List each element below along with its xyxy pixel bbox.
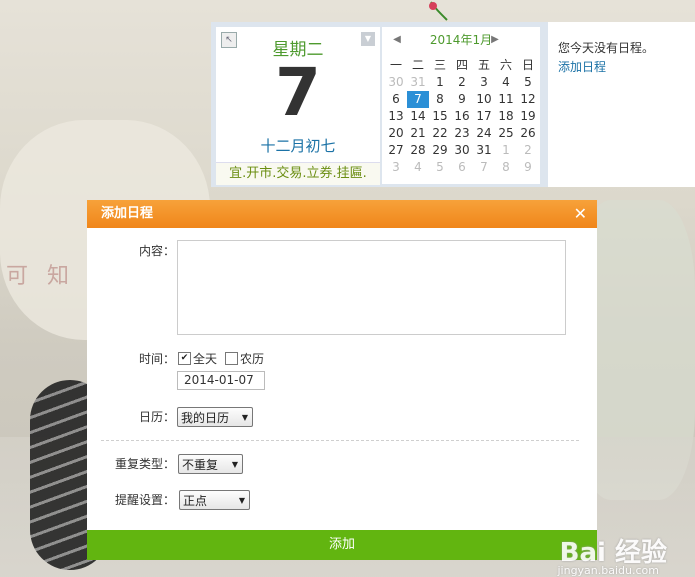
add-event-dialog: 添加日程 ✕ 内容： 时间： ✔ 全天 农历 2014-01-07 日历： 我的… bbox=[87, 200, 597, 560]
close-icon[interactable]: ✕ bbox=[574, 200, 587, 228]
chevron-down-icon: ▼ bbox=[241, 413, 248, 422]
day-number: 7 bbox=[275, 54, 321, 131]
day-cell[interactable]: 6 bbox=[451, 159, 473, 176]
day-cell[interactable]: 30 bbox=[451, 142, 473, 159]
day-cell[interactable]: 9 bbox=[517, 159, 539, 176]
day-cell[interactable]: 11 bbox=[495, 91, 517, 108]
day-cell[interactable]: 15 bbox=[429, 108, 451, 125]
day-cell[interactable]: 14 bbox=[407, 108, 429, 125]
dialog-title: 添加日程 bbox=[101, 206, 154, 221]
lunar-date: 十二月初七 bbox=[260, 137, 336, 155]
allday-label: 全天 bbox=[193, 352, 218, 366]
day-cell[interactable]: 21 bbox=[407, 125, 429, 142]
week-header: 五 bbox=[477, 58, 490, 72]
remind-select[interactable]: 正点 ▼ bbox=[179, 490, 250, 510]
day-cell[interactable]: 16 bbox=[451, 108, 473, 125]
day-cell[interactable]: 8 bbox=[495, 159, 517, 176]
day-cell[interactable]: 4 bbox=[407, 159, 429, 176]
month-panel: ◀ 2014年1月 ▶ 一 二 三 四 五 六 日 30 31 1 2 3 4 … bbox=[382, 27, 540, 184]
day-cell[interactable]: 23 bbox=[451, 125, 473, 142]
repeat-label: 重复类型： bbox=[114, 457, 175, 471]
day-cell[interactable]: 10 bbox=[473, 91, 495, 108]
remind-select-value: 正点 bbox=[183, 494, 208, 508]
day-cell[interactable]: 2 bbox=[517, 142, 539, 159]
day-cell[interactable]: 26 bbox=[517, 125, 539, 142]
repeat-select[interactable]: 不重复 ▼ bbox=[178, 454, 243, 474]
week-header: 四 bbox=[455, 58, 468, 72]
lunar-label: 农历 bbox=[240, 352, 265, 366]
section-divider bbox=[101, 440, 579, 441]
date-input[interactable]: 2014-01-07 bbox=[177, 371, 265, 390]
event-panel: 您今天没有日程。 添加日程 bbox=[545, 22, 695, 187]
add-event-link[interactable]: 添加日程 bbox=[558, 58, 606, 75]
add-button[interactable]: 添加 bbox=[87, 530, 597, 560]
day-cell[interactable]: 9 bbox=[451, 91, 473, 108]
chevron-down-icon: ▼ bbox=[238, 496, 245, 505]
remind-label: 提醒设置： bbox=[114, 493, 175, 507]
day-cell[interactable]: 22 bbox=[429, 125, 451, 142]
day-cell[interactable]: 1 bbox=[429, 74, 451, 91]
dialog-titlebar: 添加日程 ✕ bbox=[87, 200, 597, 228]
day-cell[interactable]: 17 bbox=[473, 108, 495, 125]
allday-checkbox[interactable]: ✔ bbox=[178, 352, 191, 365]
week-header: 三 bbox=[433, 58, 446, 72]
day-cell[interactable]: 30 bbox=[385, 74, 407, 91]
day-cell[interactable]: 25 bbox=[495, 125, 517, 142]
repeat-select-value: 不重复 bbox=[182, 458, 219, 472]
calendar-select[interactable]: 我的日历 ▼ bbox=[177, 407, 253, 427]
day-cell[interactable]: 18 bbox=[495, 108, 517, 125]
almanac-text: 宜.开市.交易.立券.挂匾. bbox=[216, 162, 380, 185]
day-cell[interactable]: 4 bbox=[495, 74, 517, 91]
day-cell[interactable]: 20 bbox=[385, 125, 407, 142]
day-cell[interactable]: 31 bbox=[473, 142, 495, 159]
day-cell[interactable]: 1 bbox=[495, 142, 517, 159]
day-cell[interactable]: 24 bbox=[473, 125, 495, 142]
day-panel: ↖ ▼ 星期二 7 十二月初七 宜.开市.交易.立券.挂匾. bbox=[216, 27, 380, 185]
week-header: 六 bbox=[499, 58, 512, 72]
week-header: 日 bbox=[521, 58, 534, 72]
watermark-url: jingyan.baidu.com bbox=[557, 564, 659, 577]
time-label: 时间： bbox=[138, 352, 175, 366]
no-event-text: 您今天没有日程。 bbox=[558, 41, 655, 55]
calendar-widget: ↖ ▼ 星期二 7 十二月初七 宜.开市.交易.立券.挂匾. ◀ 2014年1月… bbox=[211, 22, 695, 187]
day-cell[interactable]: 5 bbox=[517, 74, 539, 91]
day-cell[interactable]: 3 bbox=[473, 74, 495, 91]
content-textarea[interactable] bbox=[177, 240, 566, 335]
week-header: 一 bbox=[389, 58, 402, 72]
day-cell[interactable]: 28 bbox=[407, 142, 429, 159]
day-cell[interactable]: 5 bbox=[429, 159, 451, 176]
day-cell[interactable]: 13 bbox=[385, 108, 407, 125]
day-cell[interactable]: 7 bbox=[473, 159, 495, 176]
calendar-label: 日历： bbox=[138, 410, 175, 424]
calendar-select-value: 我的日历 bbox=[181, 411, 230, 425]
day-cell[interactable]: 3 bbox=[385, 159, 407, 176]
day-cell[interactable]: 29 bbox=[429, 142, 451, 159]
day-cell[interactable]: 27 bbox=[385, 142, 407, 159]
chevron-down-icon: ▼ bbox=[231, 460, 238, 469]
day-cell-selected[interactable]: 7 bbox=[407, 91, 429, 108]
lunar-checkbox[interactable] bbox=[225, 352, 238, 365]
day-cell[interactable]: 19 bbox=[517, 108, 539, 125]
day-cell[interactable]: 6 bbox=[385, 91, 407, 108]
next-month-icon[interactable]: ▶ bbox=[490, 31, 500, 49]
day-cell[interactable]: 8 bbox=[429, 91, 451, 108]
week-header: 二 bbox=[411, 58, 424, 72]
day-cell[interactable]: 31 bbox=[407, 74, 429, 91]
month-grid: 一 二 三 四 五 六 日 30 31 1 2 3 4 5 6 7 8 9 10… bbox=[385, 57, 541, 176]
content-label: 内容： bbox=[138, 244, 175, 258]
day-cell[interactable]: 2 bbox=[451, 74, 473, 91]
flower-icon bbox=[429, 1, 448, 21]
day-cell[interactable]: 12 bbox=[517, 91, 539, 108]
month-title: 2014年1月 bbox=[429, 33, 493, 47]
